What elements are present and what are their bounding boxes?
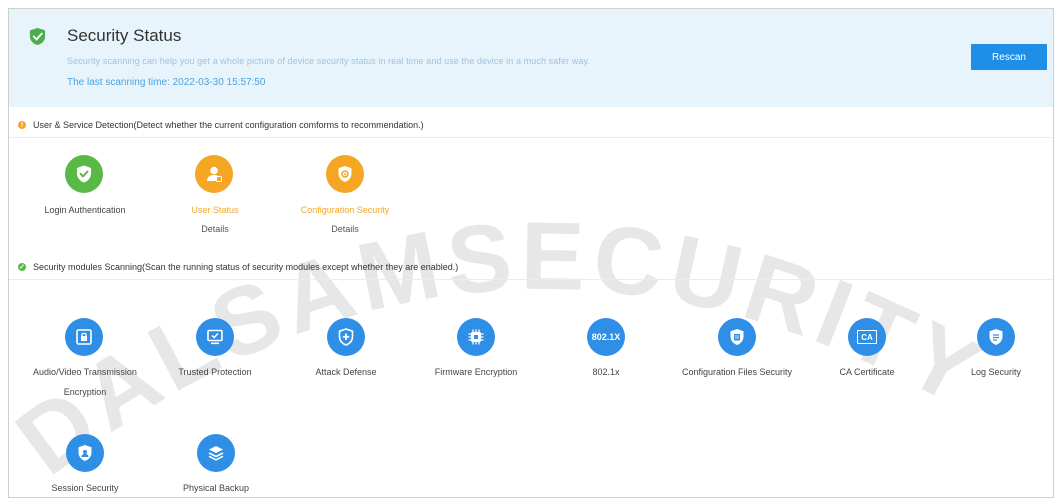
8021x-icon: 802.1X xyxy=(587,318,625,356)
detection-section-heading: ! User & Service Detection(Detect whethe… xyxy=(18,120,424,130)
configuration-files-security-label: Configuration Files Security xyxy=(681,367,793,377)
page-title: Security Status xyxy=(67,26,182,45)
login-authentication-icon xyxy=(65,155,103,193)
configuration-security-label: Configuration Security xyxy=(300,205,390,215)
security-status-header: Security Status Security scanning can he… xyxy=(9,9,1053,107)
session-shield-icon xyxy=(66,434,104,472)
user-icon xyxy=(195,155,233,193)
layers-icon xyxy=(197,434,235,472)
session-security-label: Session Security xyxy=(51,483,119,493)
user-status-label: User Status xyxy=(191,205,239,215)
check-icon: ✓ xyxy=(18,263,26,271)
ca-certificate-label: CA Certificate xyxy=(839,367,895,377)
8021x-label: 802.1x xyxy=(592,367,620,377)
firmware-encryption-label: Firmware Encryption xyxy=(434,367,518,377)
file-shield-icon xyxy=(718,318,756,356)
8021x-icon-text: 802.1X xyxy=(591,332,621,342)
detection-heading-text: User & Service Detection(Detect whether … xyxy=(33,120,424,130)
ca-certificate-icon: CA xyxy=(848,318,886,356)
trusted-protection-label: Trusted Protection xyxy=(178,367,252,377)
rescan-button[interactable]: Rescan xyxy=(971,44,1047,70)
warning-icon: ! xyxy=(18,121,26,129)
physical-backup-label: Physical Backup xyxy=(182,483,250,493)
config-shield-icon xyxy=(326,155,364,193)
av-encryption-label-line2: Encryption xyxy=(63,387,107,397)
chip-icon xyxy=(457,318,495,356)
av-encryption-icon xyxy=(65,318,103,356)
monitor-check-icon xyxy=(196,318,234,356)
attack-defense-label: Attack Defense xyxy=(315,367,377,377)
configuration-security-details-link[interactable]: Details xyxy=(331,224,359,234)
log-icon xyxy=(977,318,1015,356)
divider xyxy=(9,137,1053,138)
login-authentication-label: Login Authentication xyxy=(44,205,126,215)
av-encryption-label: Audio/Video Transmission xyxy=(33,367,137,377)
log-security-label: Log Security xyxy=(970,367,1022,377)
ca-icon-text: CA xyxy=(861,332,873,342)
scan-description: Security scanning can help you get a who… xyxy=(67,56,591,66)
last-scan-time: The last scanning time: 2022-03-30 15:57… xyxy=(67,77,266,88)
shield-plus-icon xyxy=(327,318,365,356)
security-status-panel: DALSAMSECURITY Security Status Security … xyxy=(8,8,1054,498)
modules-heading-text: Security modules Scanning(Scan the runni… xyxy=(33,262,459,272)
shield-check-icon xyxy=(29,27,46,46)
modules-section-heading: ✓ Security modules Scanning(Scan the run… xyxy=(18,262,458,272)
user-status-details-link[interactable]: Details xyxy=(201,224,229,234)
divider xyxy=(9,279,1053,280)
